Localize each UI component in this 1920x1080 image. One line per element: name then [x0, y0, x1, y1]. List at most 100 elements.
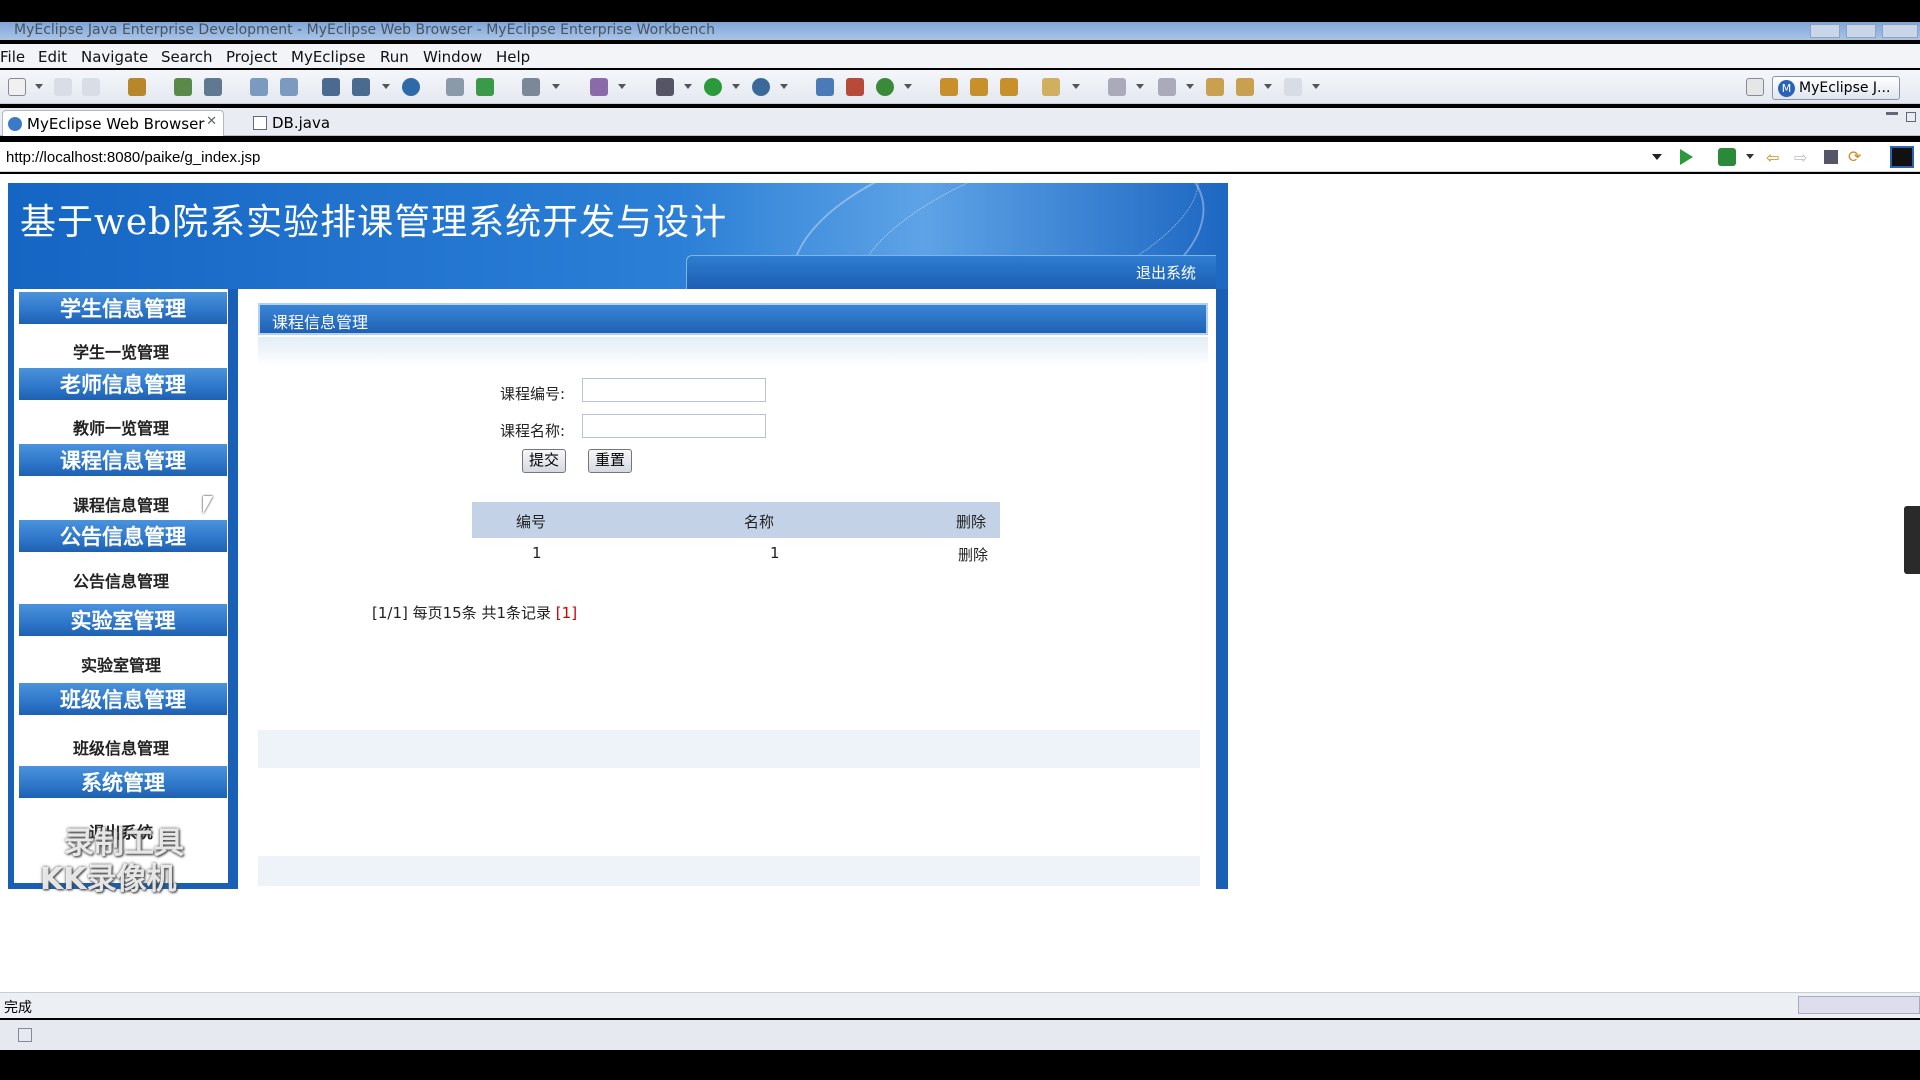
wizard-icon[interactable] — [590, 78, 608, 96]
pagination-info: [1/1] 每页15条 共1条记录 — [372, 604, 552, 622]
sidebar-section-teachers[interactable]: 老师信息管理 — [18, 367, 228, 401]
maximize-button[interactable] — [1846, 24, 1876, 38]
menu-project[interactable]: Project — [226, 48, 277, 66]
forward-icon[interactable]: ⇨ — [1794, 148, 1812, 167]
forward-icon[interactable] — [1284, 78, 1302, 96]
last-edit-icon[interactable] — [1206, 78, 1224, 96]
logout-link[interactable]: 退出系统 — [1136, 262, 1196, 283]
page-link[interactable]: [1] — [556, 604, 577, 622]
menu-edit[interactable]: Edit — [38, 48, 67, 66]
deploy-icon[interactable] — [174, 78, 192, 96]
refresh-icon[interactable]: ⟳ — [1848, 147, 1866, 166]
chevron-down-icon[interactable] — [382, 84, 390, 89]
menu-search[interactable]: Search — [161, 48, 213, 66]
myeclipse-icon: M — [1778, 80, 1795, 97]
sidebar-section-courses[interactable]: 课程信息管理 — [18, 443, 228, 477]
new-class-icon[interactable] — [816, 78, 834, 96]
server-icon[interactable] — [204, 78, 222, 96]
sidebar-item-classes[interactable]: 班级信息管理 — [14, 735, 228, 759]
open-perspective-icon[interactable] — [1746, 78, 1764, 96]
url-input[interactable] — [6, 146, 1656, 168]
external-tools-icon[interactable] — [752, 78, 770, 96]
perspective-switcher[interactable]: M MyEclipse J... — [1772, 76, 1900, 100]
sidebar-item-teacher-list[interactable]: 教师一览管理 — [14, 415, 228, 439]
menu-run[interactable]: Run — [380, 48, 409, 66]
tab-db-java[interactable]: DB.java — [248, 110, 358, 136]
screen: MyEclipse Java Enterprise Development - … — [0, 0, 1920, 1080]
column-header-delete: 删除 — [956, 513, 987, 531]
task-icon[interactable] — [1000, 78, 1018, 96]
menu-myeclipse[interactable]: MyEclipse — [291, 48, 365, 66]
new-file-icon[interactable] — [8, 78, 26, 96]
progress-bar — [1798, 996, 1920, 1014]
chevron-down-icon[interactable] — [1186, 84, 1194, 89]
chevron-down-icon[interactable] — [618, 84, 626, 89]
chevron-down-icon[interactable] — [1746, 154, 1754, 159]
package-icon[interactable] — [128, 78, 146, 96]
run-icon[interactable] — [704, 78, 722, 96]
course-code-input[interactable] — [582, 378, 766, 402]
maximize-view-icon[interactable] — [1906, 112, 1916, 122]
menu-file[interactable]: File — [0, 48, 25, 66]
chevron-down-icon[interactable] — [732, 84, 740, 89]
folder-icon[interactable] — [1042, 78, 1060, 96]
chevron-down-icon[interactable] — [684, 84, 692, 89]
screen-icon[interactable] — [522, 78, 540, 96]
chevron-down-icon[interactable] — [780, 84, 788, 89]
chevron-down-icon[interactable] — [1072, 84, 1080, 89]
chevron-down-icon[interactable] — [1136, 84, 1144, 89]
search-icon[interactable] — [970, 78, 988, 96]
go-icon[interactable] — [1680, 149, 1693, 165]
submit-button[interactable]: 提交 — [522, 449, 567, 473]
stop-icon[interactable] — [1824, 150, 1838, 164]
tab-label: MyEclipse Web Browser — [27, 115, 205, 133]
favorites-icon[interactable] — [1718, 148, 1736, 166]
back-icon[interactable] — [1236, 78, 1254, 96]
sidebar-section-notices[interactable]: 公告信息管理 — [18, 519, 228, 553]
import-icon[interactable] — [352, 78, 370, 96]
chevron-down-icon[interactable] — [552, 84, 560, 89]
save-all-icon[interactable] — [82, 78, 100, 96]
chevron-down-icon[interactable] — [35, 84, 43, 89]
sidebar-section-classes[interactable]: 班级信息管理 — [18, 682, 228, 716]
minimize-button[interactable] — [1810, 24, 1840, 38]
refresh-icon[interactable] — [280, 78, 298, 96]
close-icon[interactable]: ✕ — [206, 114, 217, 129]
sidebar-section-labs[interactable]: 实验室管理 — [18, 603, 228, 637]
close-button[interactable] — [1882, 24, 1918, 38]
open-type-icon[interactable] — [940, 78, 958, 96]
back-icon[interactable]: ⇦ — [1766, 148, 1784, 167]
menu-help[interactable]: Help — [496, 48, 530, 66]
chevron-down-icon[interactable] — [1312, 84, 1320, 89]
web-icon[interactable] — [476, 78, 494, 96]
menu-window[interactable]: Window — [423, 48, 482, 66]
export-icon[interactable] — [322, 78, 340, 96]
minimize-view-icon[interactable] — [1886, 112, 1898, 115]
sidebar-section-system[interactable]: 系统管理 — [18, 765, 228, 799]
globe-icon[interactable] — [402, 78, 420, 96]
side-panel-handle[interactable] — [1904, 506, 1920, 574]
debug-icon[interactable] — [656, 78, 674, 96]
sidebar-item-labs[interactable]: 实验室管理 — [14, 652, 228, 676]
tab-web-browser[interactable]: MyEclipse Web Browser ✕ — [2, 110, 224, 136]
sidebar-item-student-list[interactable]: 学生一览管理 — [14, 339, 228, 363]
view-source-icon[interactable] — [1890, 146, 1914, 168]
open-icon[interactable] — [446, 78, 464, 96]
reset-button[interactable]: 重置 — [588, 449, 633, 473]
chevron-down-icon[interactable] — [1652, 154, 1662, 160]
sidebar-section-students[interactable]: 学生信息管理 — [18, 291, 228, 325]
chevron-down-icon[interactable] — [904, 84, 912, 89]
fast-view-icon[interactable] — [18, 1028, 32, 1042]
menu-navigate[interactable]: Navigate — [81, 48, 148, 66]
delete-link[interactable]: 删除 — [958, 544, 988, 565]
sidebar-item-notices[interactable]: 公告信息管理 — [14, 568, 228, 592]
chevron-down-icon[interactable] — [1264, 84, 1272, 89]
prev-annotation-icon[interactable] — [1158, 78, 1176, 96]
save-icon[interactable] — [54, 78, 72, 96]
sidebar-item-courses[interactable]: 课程信息管理 — [14, 492, 228, 516]
next-annotation-icon[interactable] — [1108, 78, 1126, 96]
new-package-icon[interactable] — [846, 78, 864, 96]
build-icon[interactable] — [250, 78, 268, 96]
sync-icon[interactable] — [876, 78, 894, 96]
course-name-input[interactable] — [582, 414, 766, 438]
